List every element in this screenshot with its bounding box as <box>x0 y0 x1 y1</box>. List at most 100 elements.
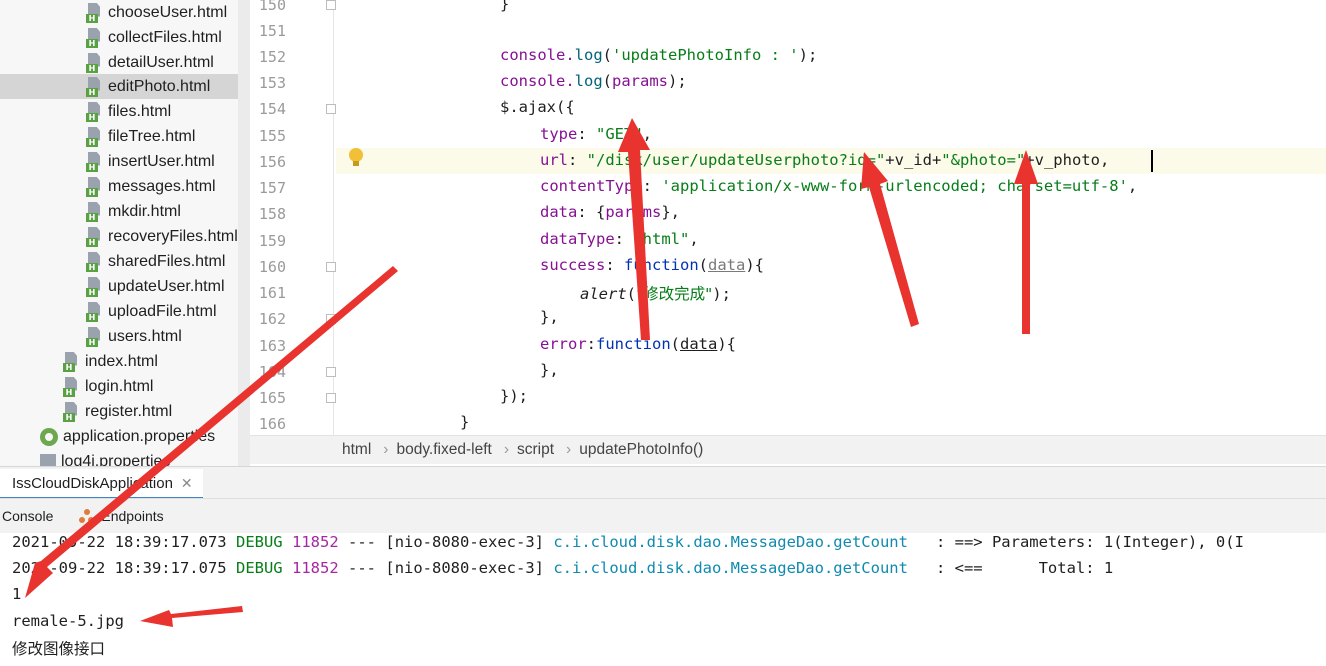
tree-item-application-properties[interactable]: application.properties <box>40 424 215 449</box>
code-line-165: }); <box>500 387 528 405</box>
tree-item-index[interactable]: Hindex.html <box>63 349 158 374</box>
breadcrumb-item[interactable]: body.fixed-left <box>396 441 491 459</box>
html-file-icon: H <box>86 151 104 172</box>
tree-item-sharedfiles[interactable]: HsharedFiles.html <box>86 249 225 274</box>
fold-marker[interactable] <box>326 0 336 10</box>
html-file-icon: H <box>86 276 104 297</box>
line-number: 157 <box>258 179 286 197</box>
html-file-icon: H <box>86 326 104 347</box>
tree-item-messages[interactable]: Hmessages.html <box>86 174 216 199</box>
code-line-153: console.log(params); <box>500 72 687 90</box>
tree-item-label: updateUser.html <box>108 277 225 295</box>
html-file-icon: H <box>86 2 104 23</box>
line-number: 163 <box>258 337 286 355</box>
tree-item-label: users.html <box>108 327 182 345</box>
fold-marker[interactable] <box>326 367 336 377</box>
code-line-166: } <box>460 413 470 431</box>
code-editor[interactable] <box>336 0 1326 435</box>
tree-item-editphoto[interactable]: HeditPhoto.html <box>0 74 238 99</box>
tree-item-users[interactable]: Husers.html <box>86 324 182 349</box>
fold-marker[interactable] <box>326 314 336 324</box>
tree-item-label: files.html <box>108 102 172 120</box>
tree-item-files[interactable]: Hfiles.html <box>86 99 171 124</box>
tree-item-detailuser[interactable]: HdetailUser.html <box>86 50 214 75</box>
tree-item-label: sharedFiles.html <box>108 252 226 270</box>
code-line-164: }, <box>540 361 559 379</box>
tree-item-label: editPhoto.html <box>108 77 211 95</box>
line-number: 166 <box>258 415 286 433</box>
log-line: remale-5.jpg <box>12 612 124 630</box>
html-file-icon: H <box>63 351 81 372</box>
spring-gear-icon <box>40 427 58 446</box>
tab-console[interactable]: Console <box>2 508 53 524</box>
intention-lightbulb-icon[interactable] <box>349 148 363 166</box>
tree-item-chooseuser[interactable]: HchooseUser.html <box>86 0 227 25</box>
code-line-158: data: {params}, <box>540 203 681 221</box>
tree-item-updateuser[interactable]: HupdateUser.html <box>86 274 225 299</box>
code-line-154: $.ajax({ <box>500 98 575 116</box>
tree-item-recoveryfiles[interactable]: HrecoveryFiles.html <box>86 224 238 249</box>
code-line-160: success: function(data){ <box>540 256 764 274</box>
tab-run-configuration[interactable]: IssCloudDiskApplication ✕ <box>0 469 203 499</box>
tree-item-label: login.html <box>85 377 154 395</box>
line-number: 151 <box>258 22 286 40</box>
tree-item-filetree[interactable]: HfileTree.html <box>86 124 195 149</box>
tab-endpoints[interactable]: Endpoints <box>79 508 164 524</box>
tree-item-collectfiles[interactable]: HcollectFiles.html <box>86 25 222 50</box>
tree-item-register[interactable]: Hregister.html <box>63 399 172 424</box>
fold-marker[interactable] <box>326 262 336 272</box>
tree-item-label: recoveryFiles.html <box>108 227 238 245</box>
tree-item-uploadfile[interactable]: HuploadFile.html <box>86 299 217 324</box>
html-file-icon: H <box>86 201 104 222</box>
endpoints-icon <box>79 508 95 524</box>
tree-item-label: chooseUser.html <box>108 3 228 21</box>
line-number: 150 <box>258 0 286 14</box>
code-line-156: url: "/disk/user/updateUserphoto?id="+v_… <box>540 151 1110 169</box>
tree-item-insertuser[interactable]: HinsertUser.html <box>86 149 215 174</box>
breadcrumb: html › body.fixed-left › script › update… <box>250 435 1326 464</box>
line-number: 158 <box>258 205 286 223</box>
text-caret <box>1151 150 1153 172</box>
code-line-159: dataType: "html", <box>540 230 699 248</box>
code-line-150: } <box>500 0 510 13</box>
chevron-right-icon: › <box>566 441 572 458</box>
chevron-right-icon: › <box>503 441 509 458</box>
tree-item-login[interactable]: Hlogin.html <box>63 374 153 399</box>
close-icon[interactable]: ✕ <box>181 475 193 492</box>
line-number: 162 <box>258 310 286 328</box>
fold-marker[interactable] <box>326 393 336 403</box>
chevron-right-icon: › <box>383 441 389 458</box>
html-file-icon: H <box>86 27 104 48</box>
run-tab-title: IssCloudDiskApplication <box>12 474 173 492</box>
console-output[interactable] <box>0 533 1326 666</box>
tree-scrollbar[interactable] <box>238 0 250 468</box>
line-number: 153 <box>258 74 286 92</box>
endpoints-label: Endpoints <box>101 508 164 524</box>
breadcrumb-item[interactable]: script <box>517 441 554 459</box>
html-file-icon: H <box>86 301 104 322</box>
tree-item-mkdir[interactable]: Hmkdir.html <box>86 199 181 224</box>
log-line: 2021-09-22 18:39:17.073 DEBUG 11852 --- … <box>12 533 1244 551</box>
line-number: 152 <box>258 48 286 66</box>
tree-item-label: messages.html <box>108 177 216 195</box>
tree-item-label: register.html <box>85 402 173 420</box>
project-tree: HchooseUser.html HcollectFiles.html Hdet… <box>0 0 250 468</box>
html-file-icon: H <box>86 176 104 197</box>
breadcrumb-item[interactable]: html <box>342 441 371 459</box>
html-file-icon: H <box>86 126 104 147</box>
code-line-155: type: "GET", <box>540 125 653 143</box>
fold-marker[interactable] <box>326 104 336 114</box>
html-file-icon: H <box>86 101 104 122</box>
breadcrumb-item[interactable]: updatePhotoInfo() <box>579 441 703 459</box>
html-file-icon: H <box>63 376 81 397</box>
html-file-icon: H <box>86 52 104 73</box>
log-line: 2021-09-22 18:39:17.075 DEBUG 11852 --- … <box>12 559 1114 577</box>
code-line-162: }, <box>540 308 559 326</box>
line-number: 164 <box>258 363 286 381</box>
tree-item-label: insertUser.html <box>108 152 215 170</box>
tree-item-label: collectFiles.html <box>108 28 222 46</box>
line-number: 155 <box>258 127 286 145</box>
log-line: 1 <box>12 585 22 603</box>
line-number: 161 <box>258 284 286 302</box>
console-toolbar: Console Endpoints <box>0 498 1326 534</box>
